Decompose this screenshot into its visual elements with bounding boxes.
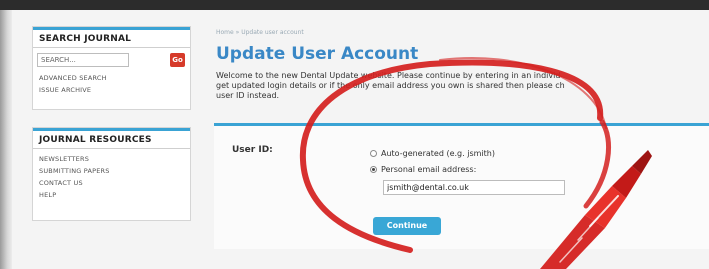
page-title: Update User Account bbox=[216, 44, 419, 64]
search-input[interactable] bbox=[37, 53, 129, 67]
intro-line: Welcome to the new Dental Update website… bbox=[216, 71, 561, 80]
submitting-papers-link[interactable]: SUBMITTING PAPERS bbox=[33, 165, 190, 177]
search-row: Go bbox=[33, 52, 190, 72]
intro-line: user ID instead. bbox=[216, 91, 280, 100]
top-dark-bar bbox=[0, 0, 709, 10]
advanced-search-link[interactable]: ADVANCED SEARCH bbox=[33, 72, 190, 84]
auto-generated-label: Auto-generated (e.g. jsmith) bbox=[381, 149, 495, 158]
continue-button[interactable]: Continue bbox=[373, 217, 441, 235]
journal-resources-heading: JOURNAL RESOURCES bbox=[33, 131, 190, 149]
go-button[interactable]: Go bbox=[170, 53, 185, 67]
left-edge-shadow bbox=[0, 10, 12, 269]
journal-resources-box: JOURNAL RESOURCES NEWSLETTERS SUBMITTING… bbox=[32, 127, 191, 221]
intro-text: Welcome to the new Dental Update website… bbox=[216, 71, 709, 113]
intro-line: get updated login details or if the only… bbox=[216, 81, 565, 90]
help-link[interactable]: HELP bbox=[33, 189, 190, 201]
issue-archive-link[interactable]: ISSUE ARCHIVE bbox=[33, 84, 190, 96]
search-journal-box: SEARCH JOURNAL Go ADVANCED SEARCH ISSUE … bbox=[32, 26, 191, 110]
auto-generated-option[interactable]: Auto-generated (e.g. jsmith) bbox=[370, 149, 495, 158]
personal-email-label: Personal email address: bbox=[381, 165, 477, 174]
email-field[interactable] bbox=[383, 180, 565, 195]
newsletters-link[interactable]: NEWSLETTERS bbox=[33, 153, 190, 165]
personal-email-option[interactable]: Personal email address: bbox=[370, 165, 476, 174]
search-journal-heading: SEARCH JOURNAL bbox=[33, 30, 190, 48]
radio-personal-email[interactable] bbox=[370, 166, 377, 173]
breadcrumb[interactable]: Home » Update user account bbox=[216, 29, 304, 36]
radio-auto-generated[interactable] bbox=[370, 150, 377, 157]
contact-us-link[interactable]: CONTACT US bbox=[33, 177, 190, 189]
user-id-label: User ID: bbox=[232, 145, 273, 155]
